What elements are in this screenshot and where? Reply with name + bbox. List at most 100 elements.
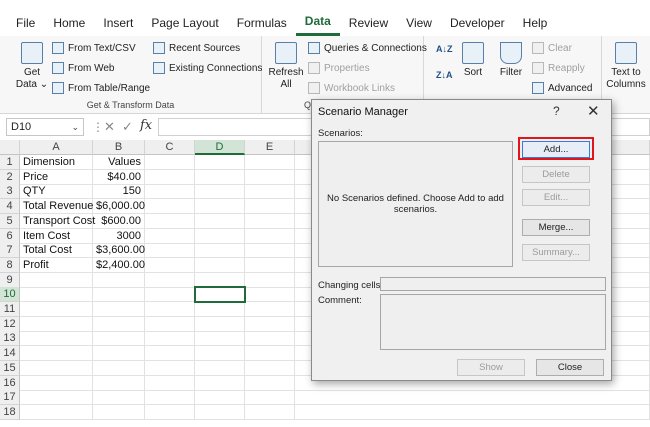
cell-c9[interactable]	[145, 272, 195, 288]
cell-d2[interactable]	[195, 169, 245, 185]
cell-b13[interactable]	[93, 331, 145, 347]
cell-d18[interactable]	[195, 404, 245, 420]
cell-e18[interactable]	[245, 404, 295, 420]
cell-a15[interactable]	[20, 360, 93, 376]
row-header-11[interactable]: 11	[0, 302, 20, 317]
cell-d7[interactable]	[195, 243, 245, 259]
cell-c16[interactable]	[145, 375, 195, 391]
sort-az-icon[interactable]: A↓Z	[436, 44, 453, 54]
menu-insert[interactable]: Insert	[94, 10, 142, 36]
cell-a8[interactable]: Profit	[20, 257, 93, 273]
properties-button[interactable]: Properties	[308, 62, 370, 74]
cell-b10[interactable]	[93, 287, 145, 303]
cell-b8[interactable]: $2,400.00	[93, 257, 145, 273]
cell-e5[interactable]	[245, 213, 295, 229]
close-icon[interactable]: ✕	[587, 102, 600, 120]
row-header-16[interactable]: 16	[0, 375, 20, 391]
cell-a18[interactable]	[20, 404, 93, 420]
cell-b18[interactable]	[93, 404, 145, 420]
cell-e12[interactable]	[245, 316, 295, 332]
menu-formulas[interactable]: Formulas	[228, 10, 296, 36]
menu-home[interactable]: Home	[44, 10, 94, 36]
cell-a9[interactable]	[20, 272, 93, 288]
cell-e2[interactable]	[245, 169, 295, 185]
row-header-6[interactable]: 6	[0, 228, 20, 244]
merge-button[interactable]: Merge...	[522, 219, 590, 236]
cell-a1[interactable]: Dimension	[20, 155, 93, 170]
cell-e8[interactable]	[245, 257, 295, 273]
menu-developer[interactable]: Developer	[441, 10, 514, 36]
summary-button[interactable]: Summary...	[522, 244, 590, 261]
queries-connections-button[interactable]: Queries & Connections	[308, 42, 427, 54]
chevron-down-icon[interactable]: ⌄	[71, 119, 79, 135]
cell-b11[interactable]	[93, 302, 145, 317]
cell-c10[interactable]	[145, 287, 195, 303]
menu-data[interactable]: Data	[295, 10, 340, 36]
cell-d4[interactable]	[195, 199, 245, 215]
row-header-1[interactable]: 1	[0, 155, 20, 170]
cell-b5[interactable]: $600.00	[93, 213, 145, 229]
clear-button[interactable]: Clear	[532, 42, 572, 54]
enter-check-icon[interactable]: ✓	[122, 119, 133, 135]
row-header-4[interactable]: 4	[0, 199, 20, 215]
column-header-a[interactable]: A	[20, 140, 93, 155]
cell-b16[interactable]	[93, 375, 145, 391]
row-header-18[interactable]: 18	[0, 404, 20, 420]
cell-b17[interactable]	[93, 390, 145, 406]
row-header-15[interactable]: 15	[0, 360, 20, 376]
show-button[interactable]: Show	[457, 359, 525, 376]
column-header-e[interactable]: E	[245, 140, 295, 155]
row-header-8[interactable]: 8	[0, 257, 20, 273]
cell-d6[interactable]	[195, 228, 245, 244]
workbook-links-button[interactable]: Workbook Links	[308, 82, 395, 94]
cell-d8[interactable]	[195, 257, 245, 273]
cell-a4[interactable]: Total Revenue	[20, 199, 93, 215]
menu-page-layout[interactable]: Page Layout	[142, 10, 227, 36]
column-header-b[interactable]: B	[93, 140, 145, 155]
cell-e13[interactable]	[245, 331, 295, 347]
cell-c2[interactable]	[145, 169, 195, 185]
cell-d11[interactable]	[195, 302, 245, 317]
cell-c11[interactable]	[145, 302, 195, 317]
select-all-corner[interactable]	[0, 140, 20, 155]
cell-e17[interactable]	[245, 390, 295, 406]
filter-button[interactable]: Filter	[496, 42, 526, 79]
close-button[interactable]: Close	[536, 359, 604, 376]
row-header-9[interactable]: 9	[0, 272, 20, 288]
cell-a2[interactable]: Price	[20, 169, 93, 185]
row-header-10[interactable]: 10	[0, 287, 20, 303]
cell-f17[interactable]	[295, 390, 650, 406]
row-header-13[interactable]: 13	[0, 331, 20, 347]
insert-function-icon[interactable]: fx	[140, 118, 152, 133]
cell-e3[interactable]	[245, 184, 295, 200]
menu-file[interactable]: File	[0, 10, 44, 36]
cell-d1[interactable]	[195, 155, 245, 170]
from-text-csv-button[interactable]: From Text/CSV	[52, 42, 136, 54]
row-header-17[interactable]: 17	[0, 390, 20, 406]
edit-button[interactable]: Edit...	[522, 189, 590, 206]
cell-b2[interactable]: $40.00	[93, 169, 145, 185]
cell-a10[interactable]	[20, 287, 93, 303]
cell-d12[interactable]	[195, 316, 245, 332]
cell-a3[interactable]: QTY	[20, 184, 93, 200]
row-header-7[interactable]: 7	[0, 243, 20, 259]
column-header-d[interactable]: D	[195, 140, 245, 155]
cell-e15[interactable]	[245, 360, 295, 376]
cell-b14[interactable]	[93, 346, 145, 362]
reapply-button[interactable]: Reapply	[532, 62, 585, 74]
cell-e9[interactable]	[245, 272, 295, 288]
scenarios-list[interactable]: No Scenarios defined. Choose Add to add …	[318, 141, 513, 267]
row-header-14[interactable]: 14	[0, 346, 20, 362]
from-table-range-button[interactable]: From Table/Range	[52, 82, 150, 94]
cell-d16[interactable]	[195, 375, 245, 391]
cell-b4[interactable]: $6,000.00	[93, 199, 145, 215]
cell-d14[interactable]	[195, 346, 245, 362]
cell-a17[interactable]	[20, 390, 93, 406]
cell-b1[interactable]: Values	[93, 155, 145, 170]
cell-b3[interactable]: 150	[93, 184, 145, 200]
existing-connections-button[interactable]: Existing Connections	[153, 62, 262, 74]
cell-e11[interactable]	[245, 302, 295, 317]
cell-c4[interactable]	[145, 199, 195, 215]
cell-a5[interactable]: Transport Cost	[20, 213, 95, 229]
row-header-5[interactable]: 5	[0, 213, 20, 229]
